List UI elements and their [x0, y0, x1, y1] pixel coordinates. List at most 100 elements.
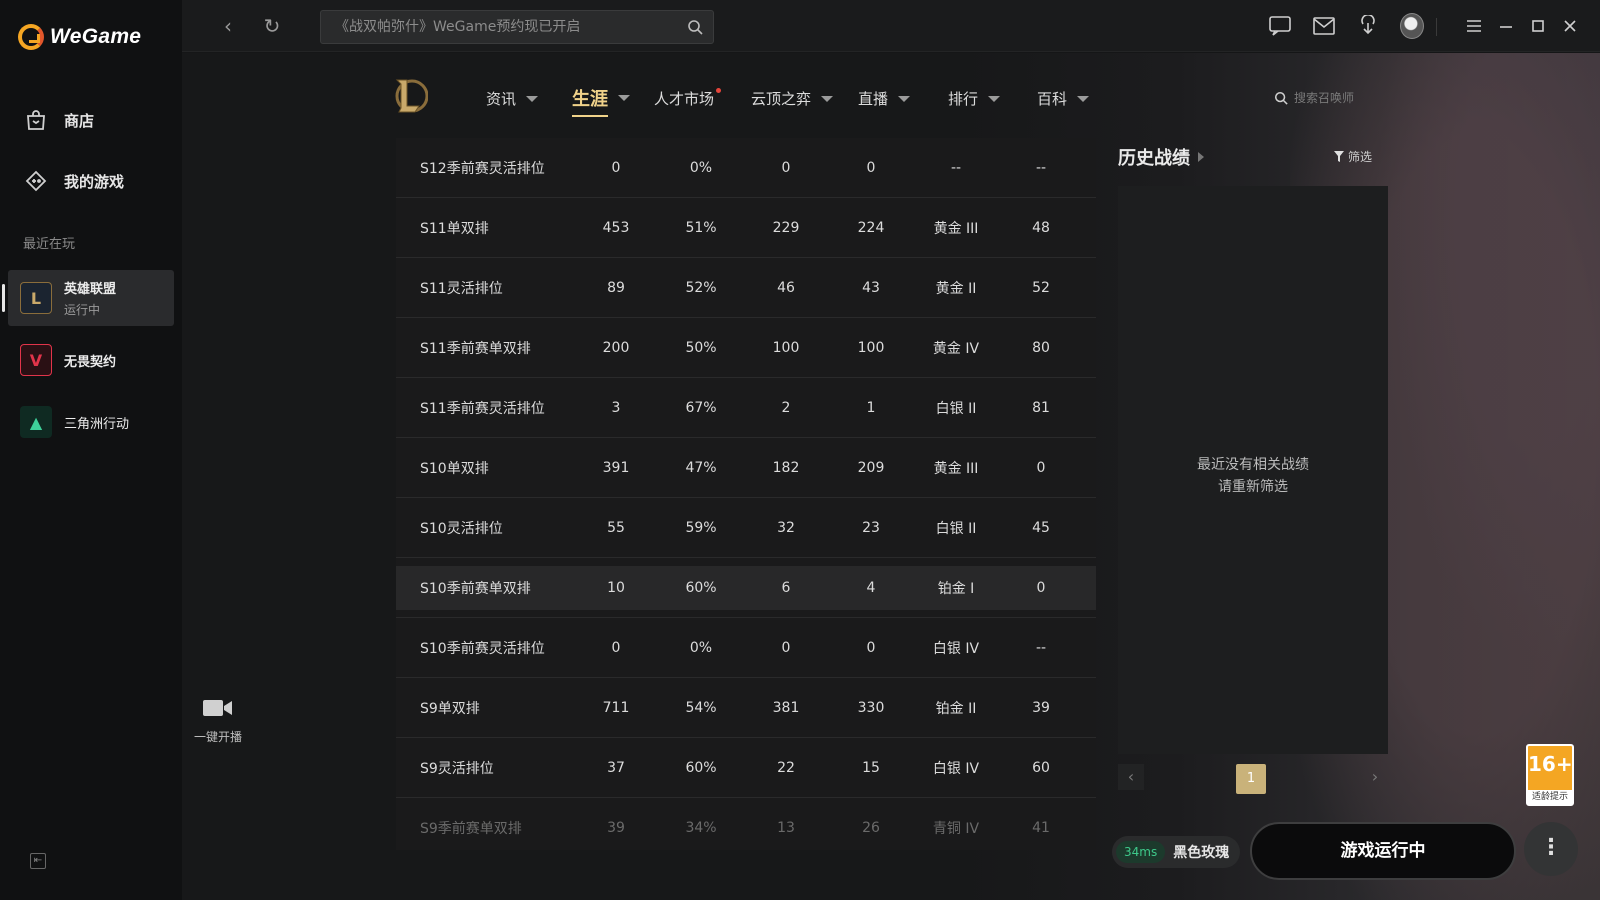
game-name: 英雄联盟 [64, 282, 117, 297]
refresh-icon[interactable]: ↻ [260, 14, 284, 38]
table-row[interactable]: S10季前赛单双排 10 60% 6 4 铂金 I 0 [396, 566, 1096, 618]
wegame-logo[interactable]: WeGame [18, 24, 141, 50]
maximize-icon[interactable] [1526, 14, 1550, 38]
chevron-down-icon [988, 95, 1001, 102]
recent-game-league-of-legends[interactable]: L 英雄联盟 运行中 [2, 270, 174, 326]
cell-winrate: 60% [685, 580, 717, 596]
cell-queue: S10灵活排位 [420, 521, 503, 537]
cell-queue: S10季前赛灵活排位 [420, 641, 545, 657]
table-row[interactable]: S10单双排 391 47% 182 209 黄金 III 0 [396, 446, 1096, 498]
menu-icon[interactable] [1462, 14, 1486, 38]
close-icon[interactable] [1558, 14, 1582, 38]
table-row[interactable]: S11灵活排位 89 52% 46 43 黄金 II 52 [396, 266, 1096, 318]
cell-wins: 46 [777, 280, 795, 296]
cell-losses: 4 [866, 580, 876, 596]
game-running-button[interactable]: 游戏运行中 [1250, 822, 1516, 880]
empty-line-1: 最近没有相关战绩 [1197, 457, 1309, 473]
table-row[interactable]: S9季前赛单双排 39 34% 13 26 青铜 IV 41 [396, 806, 1096, 850]
chevron-down-icon [821, 95, 834, 102]
sidebar-item-my-games[interactable]: 我的游戏 [24, 169, 124, 193]
cell-games: 0 [611, 160, 621, 176]
search-placeholder: 《战双帕弥什》WeGame预约现已开启 [335, 19, 581, 35]
recent-game-delta-force[interactable]: ▲ 三角洲行动 [8, 394, 174, 450]
video-camera-icon [203, 700, 232, 716]
broadcast-label: 一键开播 [193, 730, 242, 744]
tab-live[interactable]: 直播 [858, 88, 911, 109]
cell-queue: S11单双排 [420, 221, 489, 237]
top-bar: ‹ ↻ 《战双帕弥什》WeGame预约现已开启 [182, 0, 1600, 52]
cell-lp: 80 [1032, 340, 1050, 356]
table-row[interactable]: S12季前赛灵活排位 0 0% 0 0 -- -- [396, 146, 1096, 198]
cell-losses: 330 [857, 700, 885, 716]
table-row[interactable]: S11季前赛灵活排位 3 67% 2 1 白银 II 81 [396, 386, 1096, 438]
tab-wiki[interactable]: 百科 [1037, 88, 1090, 109]
cell-lp: 52 [1032, 280, 1050, 296]
tab-label: 人才市场 [654, 88, 722, 109]
game-controller-icon [25, 170, 47, 192]
table-row[interactable]: S9单双排 711 54% 381 330 铂金 II 39 [396, 686, 1096, 738]
user-avatar[interactable] [1400, 13, 1424, 39]
table-row[interactable]: S9灵活排位 37 60% 22 15 白银 IV 60 [396, 746, 1096, 798]
download-icon[interactable] [1356, 14, 1380, 38]
cell-queue: S11季前赛单双排 [420, 341, 531, 357]
global-search-input[interactable]: 《战双帕弥什》WeGame预约现已开启 [320, 10, 714, 44]
brand-name: WeGame [50, 25, 142, 48]
cell-losses: 0 [866, 160, 876, 176]
cell-games: 39 [607, 820, 625, 836]
table-row[interactable]: S10灵活排位 55 59% 32 23 白银 II 45 [396, 506, 1096, 558]
cell-wins: 182 [772, 460, 800, 476]
empty-state-message: 最近没有相关战绩 请重新筛选 [1118, 454, 1388, 498]
cell-queue: S11季前赛灵活排位 [420, 401, 545, 417]
cell-losses: 15 [862, 760, 880, 776]
game-name: 三角洲行动 [64, 416, 130, 432]
cell-tier: 白银 IV [932, 761, 980, 777]
table-row[interactable]: S11季前赛单双排 200 50% 100 100 黄金 IV 80 [396, 326, 1096, 378]
cell-tier: 白银 II [935, 401, 977, 417]
page-number-button[interactable]: 1 [1236, 764, 1266, 794]
tab-news[interactable]: 资讯 [486, 88, 539, 109]
chat-icon[interactable] [1268, 14, 1292, 38]
server-status-pill[interactable]: 34ms 黑色玫瑰 [1112, 836, 1240, 868]
cell-tier: 铂金 II [935, 701, 977, 717]
cell-lp: -- [1035, 160, 1047, 176]
chevron-down-icon [618, 95, 630, 101]
minimize-icon[interactable] [1494, 14, 1518, 38]
cell-lp: 45 [1032, 520, 1050, 536]
cell-winrate: 47% [685, 460, 717, 476]
tab-label: 云顶之弈 [751, 90, 812, 108]
cell-wins: 22 [777, 760, 795, 776]
tab-talent-market[interactable]: 人才市场 [654, 88, 722, 109]
cell-lp: -- [1035, 640, 1047, 656]
table-row[interactable]: S11单双排 453 51% 229 224 黄金 III 48 [396, 206, 1096, 258]
cell-wins: 6 [781, 580, 791, 596]
next-page-icon[interactable]: › [1362, 764, 1388, 790]
league-of-legends-logo-icon[interactable] [392, 76, 428, 116]
recent-game-valorant[interactable]: V 无畏契约 [8, 332, 174, 388]
tab-career[interactable]: 生涯 [572, 85, 630, 117]
cell-tier: 铂金 I [937, 581, 975, 597]
filter-label: 筛选 [1347, 150, 1372, 164]
match-history-title[interactable]: 历史战绩 [1118, 144, 1204, 170]
back-arrow-icon[interactable]: ‹ [216, 14, 240, 38]
tab-ranking[interactable]: 排行 [948, 88, 1001, 109]
sidebar-item-store[interactable]: 商店 [24, 108, 94, 132]
mail-icon[interactable] [1312, 14, 1336, 38]
wegame-logo-icon [18, 24, 44, 50]
tab-label: 排行 [948, 90, 979, 108]
more-options-icon[interactable]: ⋮ [1524, 822, 1578, 876]
chevron-right-icon [1198, 152, 1204, 162]
valorant-icon: V [20, 344, 52, 376]
cell-tier: 白银 IV [932, 641, 980, 657]
tab-teamfight-tactics[interactable]: 云顶之弈 [751, 88, 834, 109]
filter-button[interactable]: 筛选 [1333, 148, 1372, 165]
one-click-broadcast-button[interactable]: 一键开播 [188, 698, 248, 745]
collapse-sidebar-icon[interactable]: ⇤ [30, 853, 46, 869]
summoner-search-input[interactable]: 搜索召唤师 [1274, 89, 1354, 106]
cell-losses: 100 [857, 340, 885, 356]
previous-page-icon[interactable]: ‹ [1118, 764, 1144, 790]
cell-winrate: 59% [685, 520, 717, 536]
empty-line-2: 请重新筛选 [1218, 479, 1288, 495]
table-row[interactable]: S10季前赛灵活排位 0 0% 0 0 白银 IV -- [396, 626, 1096, 678]
tab-label: 资讯 [486, 90, 517, 108]
cell-wins: 100 [772, 340, 800, 356]
